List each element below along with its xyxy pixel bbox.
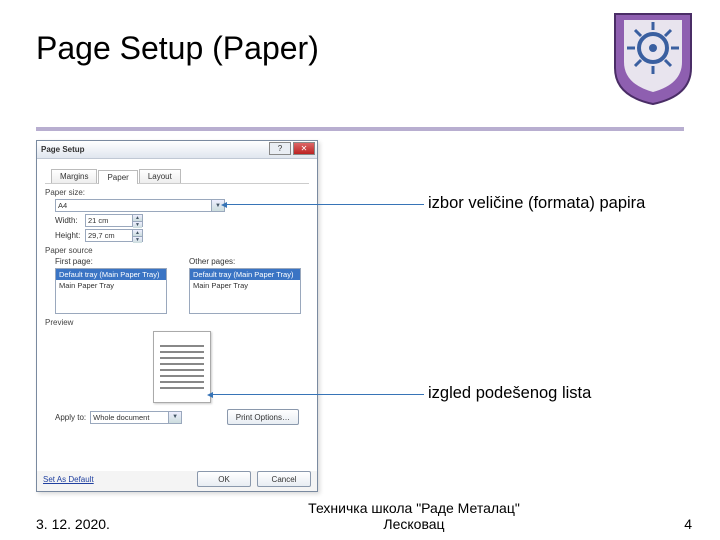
- other-pages-list[interactable]: Default tray (Main Paper Tray) Main Pape…: [189, 268, 301, 314]
- tab-paper[interactable]: Paper: [98, 170, 137, 184]
- slide-footer: 3. 12. 2020. Техничка школа "Раде Метала…: [36, 500, 692, 532]
- paper-size-value: A4: [58, 201, 67, 210]
- dialog-tabs: Margins Paper Layout: [45, 165, 309, 184]
- list-item[interactable]: Default tray (Main Paper Tray): [190, 269, 300, 280]
- apply-to-select[interactable]: Whole document ▼: [90, 411, 182, 424]
- slide-title: Page Setup (Paper): [36, 30, 319, 67]
- help-button[interactable]: ?: [269, 142, 291, 155]
- preview-area: [55, 331, 309, 403]
- tab-margins[interactable]: Margins: [51, 169, 97, 183]
- title-rule: [36, 127, 684, 131]
- slide-date: 3. 12. 2020.: [36, 516, 156, 532]
- dialog-body: Margins Paper Layout Paper size: A4 ▼ Wi…: [37, 159, 317, 471]
- school-name: Техничка школа "Раде Металац" Лесковац: [156, 500, 672, 532]
- paper-size-label: Paper size:: [45, 188, 309, 197]
- close-button[interactable]: ✕: [293, 142, 315, 155]
- slide-number: 4: [672, 516, 692, 532]
- height-input[interactable]: 29,7 cm: [85, 229, 133, 242]
- set-default-link[interactable]: Set As Default: [43, 475, 94, 484]
- paper-source-label: Paper source: [45, 246, 309, 255]
- dialog-caption: Page Setup: [41, 145, 85, 154]
- print-options-button[interactable]: Print Options…: [227, 409, 299, 425]
- cancel-button[interactable]: Cancel: [257, 471, 311, 487]
- first-page-list[interactable]: Default tray (Main Paper Tray) Main Pape…: [55, 268, 167, 314]
- annotation-preview: izgled podešenog lista: [428, 384, 591, 403]
- width-label: Width:: [55, 216, 85, 225]
- page-setup-dialog: Page Setup ? ✕ Margins Paper Layout Pape…: [36, 140, 318, 492]
- apply-to-value: Whole document: [93, 413, 149, 422]
- preview-label: Preview: [45, 318, 309, 327]
- dialog-footer: Set As Default OK Cancel: [43, 471, 311, 487]
- arrow-to-preview: [210, 394, 424, 395]
- tab-layout[interactable]: Layout: [139, 169, 181, 183]
- arrow-to-size: [224, 204, 424, 205]
- annotation-size: izbor veličine (formata) papira: [428, 194, 645, 213]
- list-item[interactable]: Main Paper Tray: [56, 280, 166, 291]
- ok-button[interactable]: OK: [197, 471, 251, 487]
- school-logo: [610, 6, 696, 106]
- shield-gear-icon: [610, 6, 696, 106]
- list-item[interactable]: Default tray (Main Paper Tray): [56, 269, 166, 280]
- apply-to-label: Apply to:: [55, 413, 86, 422]
- first-page-label: First page:: [55, 257, 175, 266]
- list-item[interactable]: Main Paper Tray: [190, 280, 300, 291]
- width-input[interactable]: 21 cm: [85, 214, 133, 227]
- paper-preview: [153, 331, 211, 403]
- paper-size-select[interactable]: A4 ▼: [55, 199, 225, 212]
- height-label: Height:: [55, 231, 85, 240]
- height-spinner[interactable]: ▲▼: [133, 229, 143, 242]
- width-spinner[interactable]: ▲▼: [133, 214, 143, 227]
- chevron-down-icon: ▼: [168, 412, 181, 423]
- other-pages-label: Other pages:: [189, 257, 309, 266]
- dialog-titlebar: Page Setup ? ✕: [37, 141, 317, 159]
